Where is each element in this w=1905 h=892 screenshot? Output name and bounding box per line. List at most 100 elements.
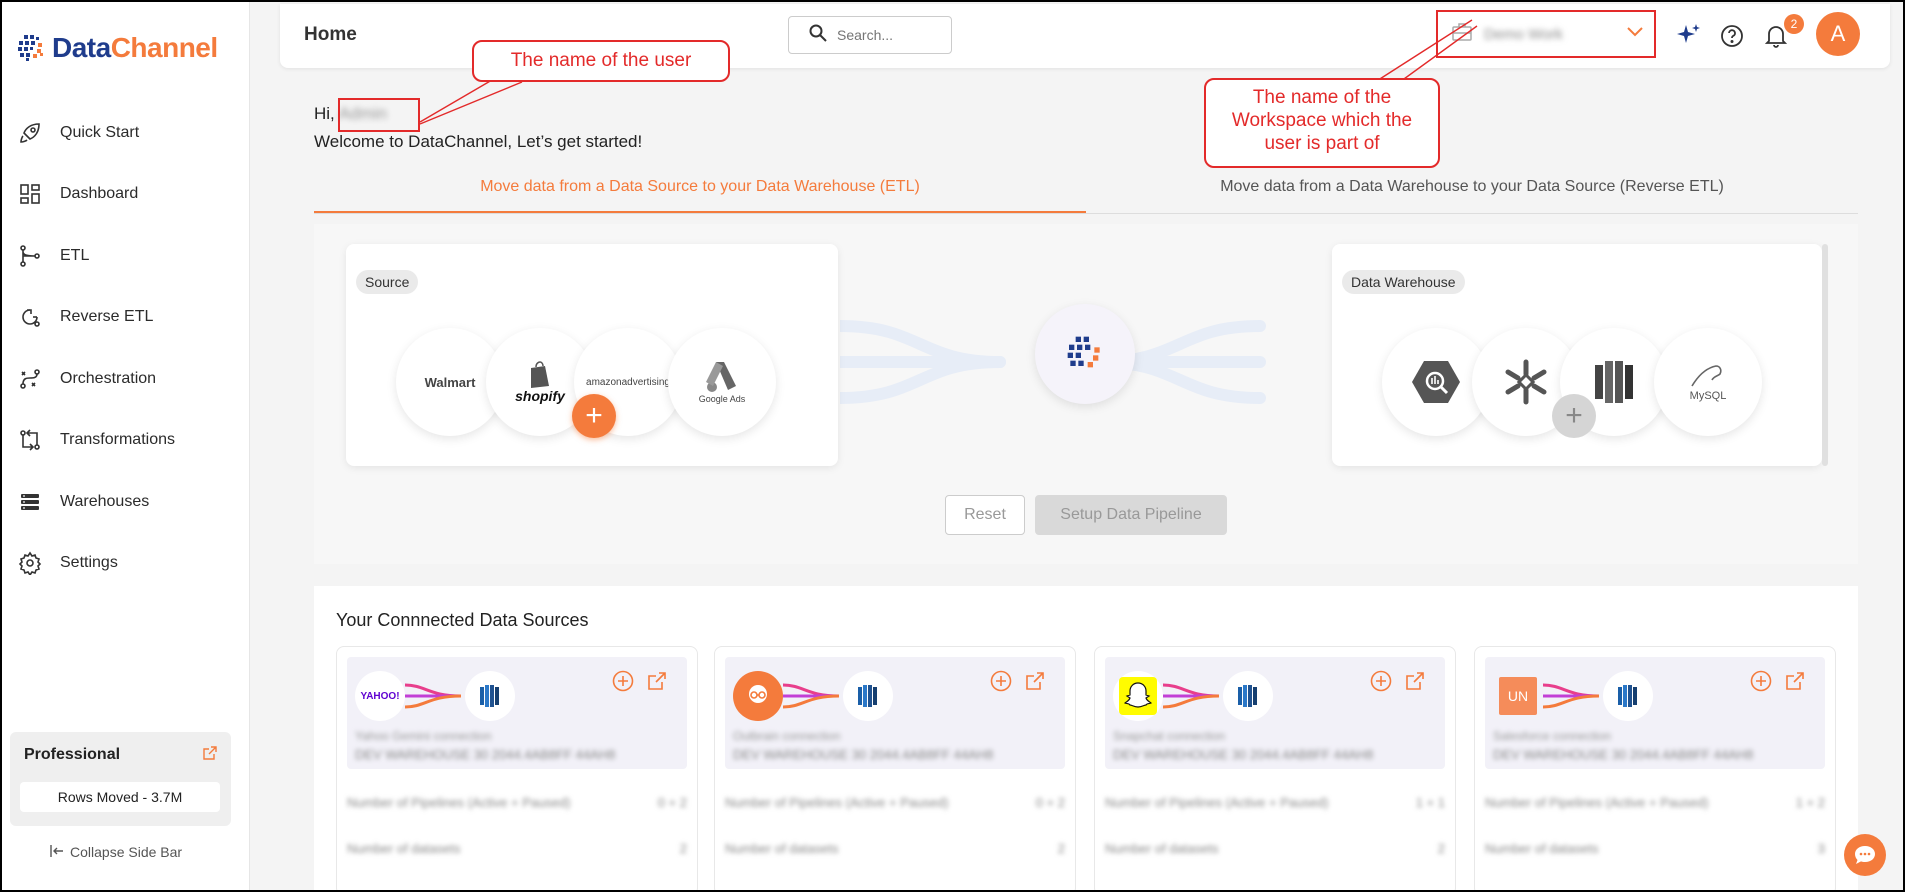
connected-source-header: Snapchat connection DEV WAREHOUSE 30 204… bbox=[1105, 657, 1445, 769]
avatar[interactable]: A bbox=[1816, 12, 1860, 56]
flow-arrow-icon bbox=[783, 683, 840, 709]
stat-pipelines: Number of Pipelines (Active + Paused) 1 +… bbox=[1105, 795, 1445, 810]
snapchat-logo bbox=[1113, 671, 1163, 721]
source-name: Yahoo Gemini connection bbox=[355, 729, 492, 743]
connected-source-card[interactable]: UN Salesforce connection DEV WAREHOUSE 3… bbox=[1474, 646, 1836, 890]
flow-arrow-icon bbox=[1543, 683, 1600, 709]
external-link-icon[interactable] bbox=[1023, 669, 1047, 693]
google-ads-logo[interactable]: Google Ads bbox=[668, 328, 776, 436]
sidebar-item-label: Orchestration bbox=[60, 369, 157, 387]
brand-name: DataChannel bbox=[52, 32, 218, 63]
connected-sources-section: Your Connnected Data Sources YAHOO! Yaho… bbox=[314, 586, 1858, 890]
source-warehouse: DEV WAREHOUSE 30 2044.4AB8FF 44AH8 bbox=[1113, 747, 1374, 762]
unbounce-logo: UN bbox=[1499, 677, 1537, 715]
brand-logo[interactable]: DataChannel bbox=[16, 32, 218, 64]
tab-reverse-etl[interactable]: Move data from a Data Warehouse to your … bbox=[1086, 174, 1858, 213]
external-link-icon[interactable] bbox=[203, 746, 217, 765]
sidebar-item-reverse-etl[interactable]: Reverse ETL bbox=[2, 287, 250, 349]
annotation-workspace-name: The name of the Workspace which the user… bbox=[1204, 78, 1440, 168]
sidebar-item-orchestration[interactable]: Orchestration bbox=[2, 348, 250, 410]
add-circle-icon[interactable] bbox=[1369, 669, 1393, 693]
add-warehouse-button[interactable]: + bbox=[1552, 394, 1596, 438]
greeting-hi: Hi, bbox=[314, 104, 335, 123]
reset-button[interactable]: Reset bbox=[945, 495, 1025, 535]
external-link-icon[interactable] bbox=[645, 669, 669, 693]
stat-pipelines: Number of Pipelines (Active + Paused) 0 +… bbox=[347, 795, 687, 810]
chevron-down-icon bbox=[1626, 24, 1644, 42]
datachannel-hub-icon bbox=[1067, 336, 1100, 368]
yahoo-logo: YAHOO! bbox=[355, 671, 405, 721]
warehouse-icon bbox=[16, 488, 44, 516]
connected-source-card[interactable]: YAHOO! Yahoo Gemini connection DEV WAREH… bbox=[336, 646, 698, 890]
workspace-selector[interactable]: Demo Work bbox=[1436, 10, 1656, 58]
transformations-icon bbox=[16, 426, 44, 454]
annotation-line: Workspace which the bbox=[1231, 110, 1413, 131]
sidebar-item-settings[interactable]: Settings bbox=[2, 533, 250, 595]
connected-source-header: UN Salesforce connection DEV WAREHOUSE 3… bbox=[1485, 657, 1825, 769]
chat-button[interactable] bbox=[1844, 834, 1886, 876]
stat-datasets: Number of datasets 3 bbox=[1485, 841, 1825, 856]
sidebar-item-label: Settings bbox=[60, 554, 118, 572]
stat-pipelines: Number of Pipelines (Active + Paused) 0 +… bbox=[725, 795, 1065, 810]
workspace-name: Demo Work bbox=[1484, 25, 1563, 43]
scrollbar[interactable] bbox=[1822, 244, 1828, 466]
mysql-dolphin-icon bbox=[1691, 365, 1722, 387]
external-link-icon[interactable] bbox=[1403, 669, 1427, 693]
orchestration-icon bbox=[16, 365, 44, 393]
flow-tabs: Move data from a Data Source to your Dat… bbox=[314, 174, 1858, 214]
sparkle-icon[interactable] bbox=[1674, 22, 1702, 50]
add-circle-icon[interactable] bbox=[611, 669, 635, 693]
source-name: Snapchat connection bbox=[1113, 729, 1226, 743]
source-warehouse: DEV WAREHOUSE 30 2044.4AB8FF 44AH8 bbox=[355, 747, 616, 762]
rocket-icon bbox=[16, 119, 44, 147]
datachannel-hub bbox=[1035, 304, 1135, 404]
stat-datasets: Number of datasets 2 bbox=[347, 841, 687, 856]
rows-moved: Rows Moved - 3.7M bbox=[20, 782, 220, 812]
welcome-message: Welcome to DataChannel, Let’s get starte… bbox=[314, 132, 643, 151]
search-box[interactable] bbox=[788, 16, 952, 54]
annotation-user-name: The name of the user bbox=[472, 40, 730, 82]
sidebar-item-label: ETL bbox=[60, 246, 90, 264]
add-source-button[interactable]: + bbox=[572, 394, 616, 438]
yahoo-logo-text: YAHOO! bbox=[360, 690, 400, 702]
collapse-icon bbox=[50, 844, 64, 860]
sidebar: DataChannel Quick Start Dashboard ETL Re… bbox=[2, 2, 250, 890]
setup-data-pipeline-button[interactable]: Setup Data Pipeline bbox=[1035, 495, 1227, 535]
external-link-icon[interactable] bbox=[1783, 669, 1807, 693]
sidebar-item-label: Warehouses bbox=[60, 492, 150, 510]
google-ads-icon bbox=[706, 362, 736, 392]
add-circle-icon[interactable] bbox=[989, 669, 1013, 693]
sidebar-item-label: Quick Start bbox=[60, 123, 140, 141]
chat-bubble-icon bbox=[1855, 846, 1875, 864]
sidebar-item-etl[interactable]: ETL bbox=[2, 225, 250, 287]
collapse-label: Collapse Side Bar bbox=[70, 844, 183, 860]
walmart-logo-text: Walmart bbox=[424, 374, 476, 390]
connected-source-card[interactable]: Snapchat connection DEV WAREHOUSE 30 204… bbox=[1094, 646, 1456, 890]
sidebar-item-dashboard[interactable]: Dashboard bbox=[2, 164, 250, 226]
source-card: Source Walmart shopify amazonadvertising… bbox=[346, 244, 838, 466]
pipeline-builder: Source Walmart shopify amazonadvertising… bbox=[314, 224, 1858, 564]
flow-arrow-icon bbox=[1163, 683, 1220, 709]
help-icon[interactable] bbox=[1718, 22, 1746, 50]
snapchat-ghost-icon bbox=[1119, 677, 1157, 715]
mysql-logo[interactable]: MySQL bbox=[1654, 328, 1762, 436]
redshift-dest-icon bbox=[843, 671, 893, 721]
outbrain-glasses-icon bbox=[749, 685, 767, 703]
tab-etl[interactable]: Move data from a Data Source to your Dat… bbox=[314, 174, 1086, 213]
search-input[interactable] bbox=[837, 27, 947, 43]
connected-source-card[interactable]: Outbrain connection DEV WAREHOUSE 30 204… bbox=[714, 646, 1076, 890]
plan-title: Professional bbox=[24, 746, 121, 763]
sidebar-item-transformations[interactable]: Transformations bbox=[2, 410, 250, 472]
sidebar-item-warehouses[interactable]: Warehouses bbox=[2, 471, 250, 533]
collapse-sidebar-button[interactable]: Collapse Side Bar bbox=[50, 844, 182, 860]
source-warehouse: DEV WAREHOUSE 30 2044.4AB8FF 44AH8 bbox=[733, 747, 994, 762]
stat-datasets: Number of datasets 2 bbox=[1105, 841, 1445, 856]
redshift-icon bbox=[1595, 361, 1633, 403]
datachannel-logo-icon bbox=[18, 35, 43, 61]
source-name: Salesforce connection bbox=[1493, 729, 1612, 743]
add-circle-icon[interactable] bbox=[1749, 669, 1773, 693]
amazon-ads-logo-text: amazonadvertising bbox=[586, 376, 670, 388]
sidebar-item-quick-start[interactable]: Quick Start bbox=[2, 102, 250, 164]
annotation-line: user is part of bbox=[1264, 133, 1380, 154]
redshift-dest-icon bbox=[1603, 671, 1653, 721]
